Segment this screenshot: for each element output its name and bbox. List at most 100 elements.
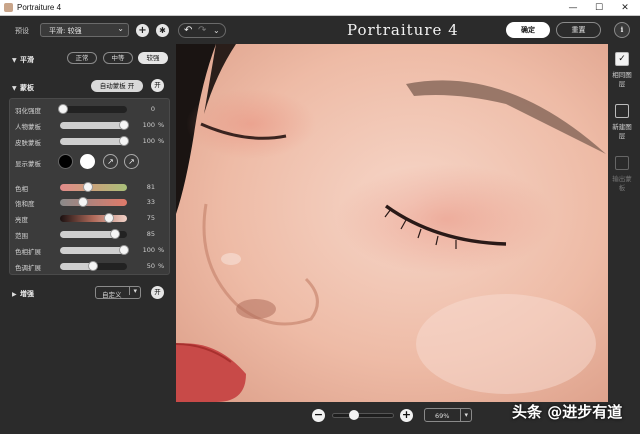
- black-mask-swatch[interactable]: [58, 154, 73, 169]
- slider-knob[interactable]: [119, 120, 129, 130]
- hue-extend-slider[interactable]: [60, 245, 129, 255]
- hue-slider[interactable]: [60, 182, 127, 192]
- zoom-slider[interactable]: [332, 410, 394, 420]
- zoom-level-select[interactable]: 69% ▾: [424, 408, 472, 422]
- slider-knob[interactable]: [78, 197, 88, 207]
- feather-slider[interactable]: [58, 104, 127, 114]
- new-layer-label: 新建图层: [612, 123, 632, 140]
- reset-button[interactable]: 重置: [556, 22, 601, 38]
- eyedropper-icon: ↗: [107, 157, 114, 166]
- slider-knob[interactable]: [119, 245, 129, 255]
- info-button[interactable]: i: [614, 22, 630, 38]
- chevron-down-icon: ▾: [129, 287, 137, 295]
- skin-mask-slider[interactable]: [60, 136, 129, 146]
- triangle-down-icon: ▼: [12, 85, 17, 92]
- zoom-in-button[interactable]: +: [400, 409, 413, 422]
- slider-value: 81: [146, 183, 155, 191]
- close-button[interactable]: ✕: [612, 0, 638, 16]
- slider-unit: %: [158, 246, 165, 254]
- app-brand-title: Portraiture 4: [347, 21, 459, 39]
- same-layer-checkbox[interactable]: ✓: [615, 52, 629, 66]
- mask-label: 蒙板: [20, 84, 34, 92]
- enhance-preset-select[interactable]: 自定义 ▾: [95, 286, 141, 299]
- slider-unit: %: [158, 121, 165, 129]
- slider-value: 50: [146, 262, 155, 270]
- app-icon: [4, 3, 13, 12]
- zoom-slider-knob[interactable]: [349, 410, 359, 420]
- brightness-slider[interactable]: [60, 213, 127, 223]
- chevron-down-icon[interactable]: ⌄: [213, 24, 220, 38]
- window-title: Portraiture 4: [17, 3, 62, 12]
- smoothing-option-medium[interactable]: 中等: [103, 52, 133, 64]
- range-slider[interactable]: [60, 229, 127, 239]
- white-mask-swatch[interactable]: [80, 154, 95, 169]
- eyedropper-subtract-button[interactable]: ↗: [124, 154, 139, 169]
- maximize-button[interactable]: ☐: [586, 0, 612, 16]
- slider-label: 饱和度: [15, 200, 35, 208]
- slider-label: 羽化强度: [15, 107, 41, 115]
- gear-icon: ✱: [159, 26, 166, 35]
- settings-button[interactable]: ✱: [156, 24, 169, 37]
- enhance-section-header[interactable]: ▶ 增强: [12, 289, 34, 303]
- saturation-slider[interactable]: [60, 197, 127, 207]
- enhance-preset-value: 自定义: [102, 291, 122, 299]
- slider-value: 100: [142, 137, 155, 145]
- eyedropper-icon: ↗: [128, 157, 135, 166]
- slider-label: 色相: [15, 185, 28, 193]
- image-preview[interactable]: [176, 44, 608, 402]
- smoothing-section-header[interactable]: ▼ 平滑: [12, 55, 34, 69]
- slider-knob[interactable]: [58, 104, 68, 114]
- title-bar: Portraiture 4 — ☐ ✕: [0, 0, 640, 16]
- enhance-toggle[interactable]: 开: [151, 286, 164, 299]
- smoothing-option-strong[interactable]: 较强: [138, 52, 168, 64]
- preset-value: 平滑: 较强: [49, 27, 82, 35]
- slider-unit: %: [158, 137, 165, 145]
- mask-toggle[interactable]: 开: [151, 79, 164, 92]
- ok-button[interactable]: 确定: [506, 22, 550, 38]
- zoom-out-button[interactable]: −: [312, 409, 325, 422]
- tone-extend-slider[interactable]: [60, 261, 127, 271]
- same-layer-label: 相同图层: [612, 71, 632, 88]
- smoothing-option-normal[interactable]: 正常: [67, 52, 97, 64]
- slider-label: 范围: [15, 232, 28, 240]
- redo-icon[interactable]: ↷: [198, 24, 206, 38]
- person-mask-slider[interactable]: [60, 120, 129, 130]
- enhance-label: 增强: [20, 290, 34, 298]
- slider-value: 100: [142, 121, 155, 129]
- undo-redo-group: ↶ ↷ ⌄: [178, 23, 226, 38]
- chevron-down-icon: ▾: [460, 409, 468, 422]
- smoothing-label: 平滑: [20, 56, 34, 64]
- slider-label: 色调扩展: [15, 264, 41, 272]
- portrait-photo: [176, 44, 608, 402]
- new-layer-checkbox[interactable]: [615, 104, 629, 118]
- add-preset-button[interactable]: +: [136, 24, 149, 37]
- triangle-right-icon: ▶: [12, 291, 17, 298]
- slider-value: 33: [146, 198, 155, 206]
- slider-value: 85: [146, 230, 155, 238]
- output-mask-checkbox[interactable]: [615, 156, 629, 170]
- slider-knob[interactable]: [83, 182, 93, 192]
- plus-icon: +: [138, 25, 147, 36]
- slider-value: 75: [146, 214, 155, 222]
- slider-value: 100: [142, 246, 155, 254]
- slider-value: 0: [150, 105, 155, 113]
- watermark: 头条 @进步有道: [512, 403, 623, 421]
- slider-label: 皮肤蒙板: [15, 139, 41, 147]
- chevron-down-icon: ⌄: [117, 24, 124, 33]
- slider-label: 亮度: [15, 216, 28, 224]
- slider-unit: %: [158, 262, 165, 270]
- preset-select[interactable]: 平滑: 较强 ⌄: [40, 23, 129, 37]
- minimize-button[interactable]: —: [560, 0, 586, 16]
- toolbar: 预设 平滑: 较强 ⌄ + ✱ ↶ ↷ ⌄ Portraiture 4 确定 重…: [0, 17, 640, 45]
- eyedropper-add-button[interactable]: ↗: [103, 154, 118, 169]
- slider-knob[interactable]: [119, 136, 129, 146]
- check-icon: ✓: [618, 54, 626, 64]
- mask-section-header[interactable]: ▼ 蒙板: [12, 83, 34, 97]
- slider-label: 人物蒙板: [15, 123, 41, 131]
- auto-mask-button[interactable]: 自动蒙板 开: [91, 80, 143, 92]
- slider-knob[interactable]: [88, 261, 98, 271]
- triangle-down-icon: ▼: [12, 57, 17, 64]
- undo-icon[interactable]: ↶: [184, 24, 192, 38]
- slider-knob[interactable]: [104, 213, 114, 223]
- slider-knob[interactable]: [110, 229, 120, 239]
